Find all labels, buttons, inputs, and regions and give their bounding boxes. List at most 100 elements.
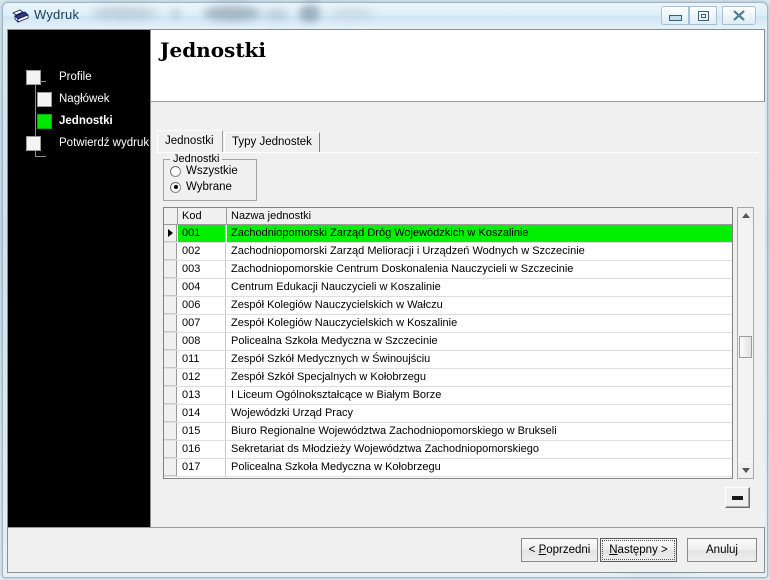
cell-kod: 013 bbox=[178, 387, 226, 404]
wizard-step-label: Profile bbox=[59, 71, 92, 83]
close-button[interactable] bbox=[722, 6, 756, 25]
radio-wybrane[interactable]: Wybrane bbox=[170, 181, 232, 193]
grid-header-indicator bbox=[164, 208, 178, 224]
table-row[interactable]: 006 Zespół Kolegiów Nauczycielskich w Wał… bbox=[164, 297, 732, 315]
table-row[interactable]: 008 Policealna Szkoła Medyczna w Szczecin… bbox=[164, 333, 732, 351]
row-indicator-cell[interactable] bbox=[164, 315, 177, 332]
tab-jednostki[interactable]: Jednostki bbox=[157, 130, 223, 152]
table-row[interactable]: 002 Zachodniopomorski Zarząd Melioracji i… bbox=[164, 243, 732, 261]
panel-body: Jednostki Typy Jednostek Jednostki Wszys… bbox=[151, 102, 765, 527]
cell-nazwa-jednostki: Zachodniopomorskie Centrum Doskonalenia … bbox=[231, 263, 574, 275]
row-indicator-cell[interactable] bbox=[164, 351, 177, 368]
cell-kod: 017 bbox=[178, 459, 226, 476]
close-icon bbox=[733, 10, 745, 21]
cell-kod: 015 bbox=[178, 423, 226, 440]
row-indicator-cell[interactable] bbox=[164, 297, 177, 314]
page-title: Jednostki bbox=[160, 38, 267, 62]
radio-icon-selected bbox=[170, 181, 181, 193]
row-indicator-cell[interactable] bbox=[164, 369, 177, 386]
table-row[interactable]: 004 Centrum Edukacji Nauczycieli w Koszal… bbox=[164, 279, 732, 297]
cell-nazwa-jednostki: Zespół Szkół Medycznych w Świnoujściu bbox=[231, 353, 431, 365]
cancel-button[interactable]: Anuluj bbox=[687, 538, 757, 562]
chevron-down-icon bbox=[741, 468, 750, 473]
previous-button[interactable]: < Poprzedni bbox=[521, 538, 598, 562]
groupbox-legend: Jednostki bbox=[170, 153, 223, 165]
row-indicator-cell[interactable] bbox=[164, 279, 177, 296]
cell-kod: 012 bbox=[178, 369, 226, 386]
grid-header-nazwa[interactable]: Nazwa jednostki bbox=[227, 208, 732, 224]
table-row[interactable]: 015 Biuro Regionalne Województwa Zachodni… bbox=[164, 423, 732, 441]
table-row[interactable]: 017 Policealna Szkoła Medyczna w Kołobrze… bbox=[164, 459, 732, 477]
application-window: Wydruk Profile Nagłówek Jednostki Potwie… bbox=[2, 2, 768, 578]
cell-kod: 002 bbox=[178, 243, 226, 260]
scroll-down-button[interactable] bbox=[738, 463, 753, 478]
units-grid[interactable]: Kod Nazwa jednostki 001 Zachodniopomorski… bbox=[163, 207, 733, 479]
tab-typy-jednostek[interactable]: Typy Jednostek bbox=[224, 132, 320, 152]
wizard-step-box bbox=[26, 136, 41, 151]
table-row[interactable]: 013 I Liceum Ogólnokształcące w Białym Bo… bbox=[164, 387, 732, 405]
grid-header-row: Kod Nazwa jednostki bbox=[164, 208, 732, 225]
title-bar-backdrop bbox=[3, 3, 767, 29]
cell-kod: 011 bbox=[178, 351, 226, 368]
row-indicator-cell[interactable] bbox=[164, 423, 177, 440]
table-row[interactable]: 014 Wojewódzki Urząd Pracy bbox=[164, 405, 732, 423]
cell-nazwa-jednostki: Policealna Szkoła Medyczna w Szczecinie bbox=[231, 335, 438, 347]
window-title: Wydruk bbox=[34, 7, 80, 22]
restore-button[interactable] bbox=[689, 6, 717, 25]
restore-icon bbox=[697, 10, 709, 21]
row-indicator-cell[interactable] bbox=[164, 225, 177, 242]
cell-nazwa-jednostki: Sekretariat ds Młodzieży Województwa Zac… bbox=[231, 443, 539, 455]
wizard-step-label: Nagłówek bbox=[59, 93, 110, 105]
cell-nazwa-jednostki: Zachodniopomorski Zarząd Dróg Wojewódzki… bbox=[227, 225, 732, 242]
row-indicator-cell[interactable] bbox=[164, 243, 177, 260]
filter-groupbox: Jednostki Wszystkie Wybrane bbox=[163, 153, 257, 201]
minimize-icon bbox=[668, 15, 682, 21]
client-area: Profile Nagłówek Jednostki Potwierdź wyd… bbox=[7, 29, 765, 573]
grid-header-kod[interactable]: Kod bbox=[178, 208, 227, 224]
tab-strip: Jednostki Typy Jednostek bbox=[157, 130, 759, 152]
cell-nazwa-jednostki: Biuro Regionalne Województwa Zachodniopo… bbox=[231, 425, 557, 437]
cell-nazwa-jednostki: Zespół Kolegiów Nauczycielskich w Wałczu bbox=[231, 299, 443, 311]
row-indicator-cell[interactable] bbox=[164, 387, 177, 404]
page-header: Jednostki bbox=[151, 30, 764, 102]
cell-kod: 007 bbox=[178, 315, 226, 332]
cell-nazwa-jednostki: Centrum Edukacji Nauczycieli w Koszalini… bbox=[231, 281, 441, 293]
cancel-button-label: Anuluj bbox=[706, 544, 738, 556]
radio-wszystkie[interactable]: Wszystkie bbox=[170, 165, 238, 177]
table-row[interactable]: 011 Zespół Szkół Medycznych w Świnoujściu bbox=[164, 351, 732, 369]
window-body: Profile Nagłówek Jednostki Potwierdź wyd… bbox=[3, 29, 769, 579]
row-indicator-cell[interactable] bbox=[164, 459, 177, 476]
cell-kod: 008 bbox=[178, 333, 226, 350]
row-indicator-cell[interactable] bbox=[164, 405, 177, 422]
content-panel: Jednostki Jednostki Typy Jednostek Jedno… bbox=[150, 30, 765, 527]
cell-nazwa-jednostki: Wojewódzki Urząd Pracy bbox=[231, 407, 354, 419]
table-row[interactable]: 012 Zespół Szkół Specjalnych w Kołobrzegu bbox=[164, 369, 732, 387]
radio-label: Wszystkie bbox=[186, 165, 238, 177]
row-indicator-cell[interactable] bbox=[164, 261, 177, 278]
wizard-sidebar: Profile Nagłówek Jednostki Potwierdź wyd… bbox=[8, 30, 150, 527]
wizard-step-label: Potwierdź wydruk bbox=[59, 137, 150, 149]
scrollbar-thumb[interactable] bbox=[739, 336, 752, 358]
collapse-button[interactable] bbox=[725, 487, 750, 508]
wizard-step-box bbox=[37, 92, 52, 107]
title-bar[interactable]: Wydruk bbox=[3, 3, 767, 29]
next-button[interactable]: Następny > bbox=[600, 538, 677, 562]
printer-icon bbox=[12, 9, 29, 23]
cell-nazwa-jednostki: Zespół Kolegiów Nauczycielskich w Koszal… bbox=[231, 317, 458, 329]
table-row[interactable]: 003 Zachodniopomorskie Centrum Doskonalen… bbox=[164, 261, 732, 279]
dialog-button-bar: < Poprzedni Następny > Anuluj bbox=[8, 527, 764, 572]
cell-nazwa-jednostki: Zachodniopomorski Zarząd Melioracji i Ur… bbox=[231, 245, 585, 257]
minimize-button[interactable] bbox=[661, 6, 689, 25]
table-row[interactable]: 007 Zespół Kolegiów Nauczycielskich w Kos… bbox=[164, 315, 732, 333]
row-indicator-cell[interactable] bbox=[164, 333, 177, 350]
current-row-arrow-icon bbox=[168, 229, 173, 237]
cell-nazwa-jednostki: Policealna Szkoła Medyczna w Kołobrzegu bbox=[231, 461, 441, 473]
row-indicator-cell[interactable] bbox=[164, 441, 177, 458]
wizard-connector bbox=[35, 156, 46, 157]
table-row[interactable]: 016 Sekretariat ds Młodzieży Województwa … bbox=[164, 441, 732, 459]
grid-scrollbar[interactable] bbox=[737, 207, 754, 479]
wizard-step-box bbox=[26, 70, 41, 85]
scroll-up-button[interactable] bbox=[738, 208, 753, 223]
table-row[interactable]: 001 Zachodniopomorski Zarząd Dróg Wojewód… bbox=[164, 225, 732, 243]
cell-kod: 003 bbox=[178, 261, 226, 278]
